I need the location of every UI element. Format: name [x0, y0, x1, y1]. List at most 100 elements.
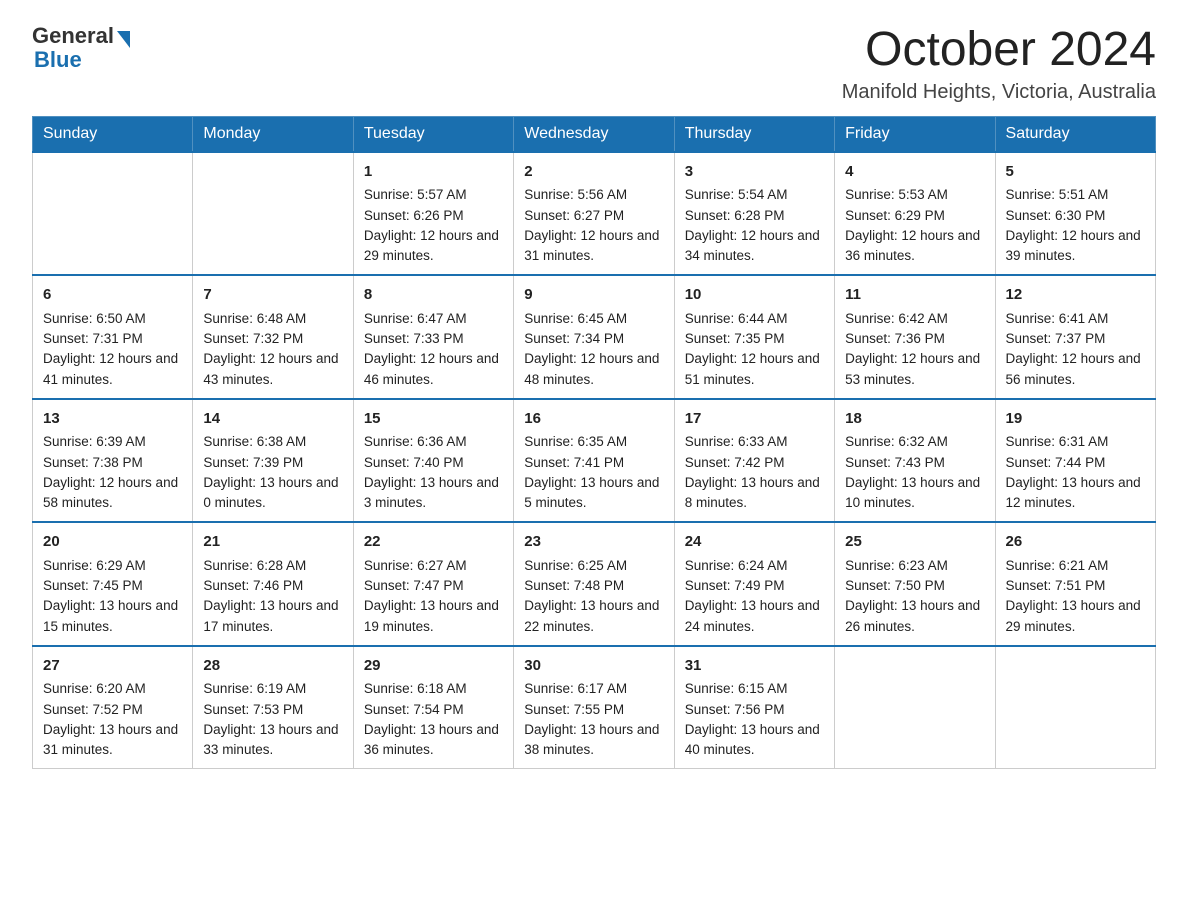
calendar-cell: 13Sunrise: 6:39 AMSunset: 7:38 PMDayligh… [33, 399, 193, 523]
calendar-cell: 18Sunrise: 6:32 AMSunset: 7:43 PMDayligh… [835, 399, 995, 523]
sunrise-text: Sunrise: 6:41 AM [1006, 309, 1145, 329]
calendar-cell: 23Sunrise: 6:25 AMSunset: 7:48 PMDayligh… [514, 522, 674, 646]
calendar-cell: 24Sunrise: 6:24 AMSunset: 7:49 PMDayligh… [674, 522, 834, 646]
daylight-text: Daylight: 12 hours and 29 minutes. [364, 226, 503, 267]
daylight-text: Daylight: 13 hours and 22 minutes. [524, 596, 663, 637]
day-number: 25 [845, 531, 984, 554]
daylight-text: Daylight: 12 hours and 36 minutes. [845, 226, 984, 267]
calendar-cell: 21Sunrise: 6:28 AMSunset: 7:46 PMDayligh… [193, 522, 353, 646]
sunrise-text: Sunrise: 6:31 AM [1006, 432, 1145, 452]
sunset-text: Sunset: 6:30 PM [1006, 206, 1145, 226]
sunset-text: Sunset: 7:43 PM [845, 453, 984, 473]
day-number: 8 [364, 284, 503, 307]
daylight-text: Daylight: 13 hours and 26 minutes. [845, 596, 984, 637]
calendar-cell [193, 152, 353, 276]
calendar-cell: 31Sunrise: 6:15 AMSunset: 7:56 PMDayligh… [674, 646, 834, 769]
sunset-text: Sunset: 7:55 PM [524, 700, 663, 720]
sunset-text: Sunset: 6:29 PM [845, 206, 984, 226]
day-number: 19 [1006, 408, 1145, 431]
calendar-cell [995, 646, 1155, 769]
day-number: 20 [43, 531, 182, 554]
daylight-text: Daylight: 13 hours and 10 minutes. [845, 473, 984, 514]
daylight-text: Daylight: 12 hours and 51 minutes. [685, 349, 824, 390]
day-number: 6 [43, 284, 182, 307]
daylight-text: Daylight: 13 hours and 36 minutes. [364, 720, 503, 761]
sunset-text: Sunset: 7:31 PM [43, 329, 182, 349]
calendar-header-monday: Monday [193, 116, 353, 152]
calendar-table: SundayMondayTuesdayWednesdayThursdayFrid… [32, 116, 1156, 770]
calendar-header-thursday: Thursday [674, 116, 834, 152]
sunrise-text: Sunrise: 6:44 AM [685, 309, 824, 329]
logo: General Blue [32, 24, 130, 72]
sunrise-text: Sunrise: 6:25 AM [524, 556, 663, 576]
daylight-text: Daylight: 13 hours and 38 minutes. [524, 720, 663, 761]
day-number: 4 [845, 161, 984, 184]
calendar-cell: 22Sunrise: 6:27 AMSunset: 7:47 PMDayligh… [353, 522, 513, 646]
daylight-text: Daylight: 13 hours and 12 minutes. [1006, 473, 1145, 514]
sunrise-text: Sunrise: 6:27 AM [364, 556, 503, 576]
calendar-cell: 14Sunrise: 6:38 AMSunset: 7:39 PMDayligh… [193, 399, 353, 523]
daylight-text: Daylight: 13 hours and 24 minutes. [685, 596, 824, 637]
calendar-cell: 2Sunrise: 5:56 AMSunset: 6:27 PMDaylight… [514, 152, 674, 276]
calendar-week-row: 27Sunrise: 6:20 AMSunset: 7:52 PMDayligh… [33, 646, 1156, 769]
day-number: 13 [43, 408, 182, 431]
daylight-text: Daylight: 12 hours and 48 minutes. [524, 349, 663, 390]
sunrise-text: Sunrise: 6:20 AM [43, 679, 182, 699]
sunset-text: Sunset: 7:35 PM [685, 329, 824, 349]
calendar-cell: 29Sunrise: 6:18 AMSunset: 7:54 PMDayligh… [353, 646, 513, 769]
day-number: 21 [203, 531, 342, 554]
daylight-text: Daylight: 12 hours and 39 minutes. [1006, 226, 1145, 267]
calendar-subtitle: Manifold Heights, Victoria, Australia [842, 81, 1156, 104]
calendar-week-row: 13Sunrise: 6:39 AMSunset: 7:38 PM Dayligh… [33, 399, 1156, 523]
daylight-text: Daylight: 13 hours and 31 minutes. [43, 720, 182, 761]
sunrise-text: Sunrise: 5:57 AM [364, 185, 503, 205]
calendar-cell: 25Sunrise: 6:23 AMSunset: 7:50 PMDayligh… [835, 522, 995, 646]
calendar-cell: 15Sunrise: 6:36 AMSunset: 7:40 PMDayligh… [353, 399, 513, 523]
calendar-cell: 28Sunrise: 6:19 AMSunset: 7:53 PMDayligh… [193, 646, 353, 769]
page-header: General Blue October 2024 Manifold Heigh… [32, 24, 1156, 104]
sunset-text: Sunset: 7:32 PM [203, 329, 342, 349]
sunset-text: Sunset: 7:41 PM [524, 453, 663, 473]
calendar-cell: 10Sunrise: 6:44 AMSunset: 7:35 PMDayligh… [674, 275, 834, 399]
sunrise-text: Sunrise: 6:28 AM [203, 556, 342, 576]
day-number: 30 [524, 655, 663, 678]
sunrise-text: Sunrise: 5:56 AM [524, 185, 663, 205]
sunset-text: Sunset: 7:54 PM [364, 700, 503, 720]
day-number: 5 [1006, 161, 1145, 184]
day-number: 7 [203, 284, 342, 307]
day-number: 2 [524, 161, 663, 184]
calendar-header-friday: Friday [835, 116, 995, 152]
sunset-text: Sunset: 7:49 PM [685, 576, 824, 596]
logo-triangle-icon [117, 31, 130, 48]
sunrise-text: Sunrise: 5:51 AM [1006, 185, 1145, 205]
day-number: 12 [1006, 284, 1145, 307]
logo-blue-text: Blue [34, 48, 82, 72]
day-number: 16 [524, 408, 663, 431]
calendar-cell: 4Sunrise: 5:53 AMSunset: 6:29 PMDaylight… [835, 152, 995, 276]
calendar-header-tuesday: Tuesday [353, 116, 513, 152]
sunrise-text: Sunrise: 6:36 AM [364, 432, 503, 452]
day-number: 27 [43, 655, 182, 678]
daylight-text: Daylight: 12 hours and 41 minutes. [43, 349, 182, 390]
sunrise-text: Sunrise: 6:38 AM [203, 432, 342, 452]
sunrise-text: Sunrise: 6:32 AM [845, 432, 984, 452]
sunset-text: Sunset: 7:45 PM [43, 576, 182, 596]
sunset-text: Sunset: 7:38 PM [43, 453, 182, 473]
day-number: 17 [685, 408, 824, 431]
day-number: 11 [845, 284, 984, 307]
sunrise-text: Sunrise: 6:39 AM [43, 432, 182, 452]
calendar-cell: 27Sunrise: 6:20 AMSunset: 7:52 PMDayligh… [33, 646, 193, 769]
sunrise-text: Sunrise: 6:42 AM [845, 309, 984, 329]
calendar-cell: 11Sunrise: 6:42 AMSunset: 7:36 PMDayligh… [835, 275, 995, 399]
sunrise-text: Sunrise: 6:23 AM [845, 556, 984, 576]
day-number: 18 [845, 408, 984, 431]
calendar-cell: 5Sunrise: 5:51 AMSunset: 6:30 PMDaylight… [995, 152, 1155, 276]
calendar-cell: 7Sunrise: 6:48 AMSunset: 7:32 PMDaylight… [193, 275, 353, 399]
day-number: 10 [685, 284, 824, 307]
sunrise-text: Sunrise: 6:29 AM [43, 556, 182, 576]
sunrise-text: Sunrise: 6:24 AM [685, 556, 824, 576]
daylight-text: Daylight: 12 hours and 56 minutes. [1006, 349, 1145, 390]
daylight-text: Daylight: 12 hours and 46 minutes. [364, 349, 503, 390]
daylight-text: Daylight: 13 hours and 19 minutes. [364, 596, 503, 637]
sunrise-text: Sunrise: 6:50 AM [43, 309, 182, 329]
